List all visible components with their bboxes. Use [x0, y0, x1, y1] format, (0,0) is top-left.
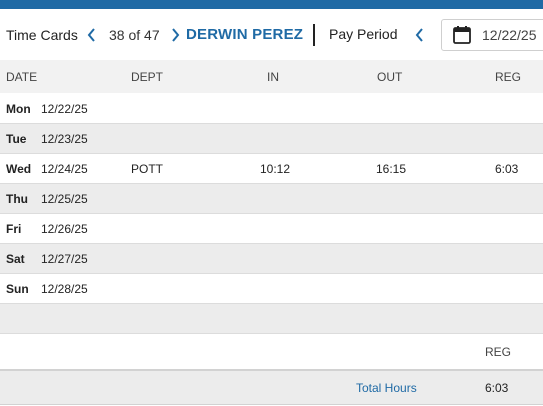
header-divider: [313, 24, 315, 46]
row-date: 12/23/25: [41, 132, 88, 146]
column-in[interactable]: IN: [267, 70, 279, 84]
spacer-row: [0, 304, 543, 334]
pay-period-label: Pay Period: [329, 26, 398, 42]
row-day: Fri: [6, 222, 22, 236]
pay-period-date-picker[interactable]: 12/22/25: [441, 19, 543, 51]
next-employee-button[interactable]: [167, 24, 183, 46]
grid-column-header: DATE DEPT IN OUT REG: [0, 60, 543, 93]
row-reg: 6:03: [495, 162, 519, 176]
chevron-left-icon: [87, 28, 95, 42]
total-hours-value: 6:03: [485, 381, 509, 395]
employee-counter: 38 of 47: [109, 27, 160, 43]
column-date[interactable]: DATE: [6, 70, 37, 84]
table-row[interactable]: Tue 12/23/25: [0, 124, 543, 154]
row-day: Wed: [6, 162, 32, 176]
row-date: 12/25/25: [41, 192, 88, 206]
table-row[interactable]: Fri 12/26/25: [0, 214, 543, 244]
calendar-icon: [453, 26, 471, 44]
total-hours-row: Total Hours 6:03: [0, 369, 543, 405]
column-reg[interactable]: REG: [495, 70, 521, 84]
table-row[interactable]: Thu 12/25/25: [0, 184, 543, 214]
employee-name[interactable]: DERWIN PEREZ: [186, 26, 303, 43]
row-day: Thu: [6, 192, 28, 206]
row-day: Sun: [6, 282, 29, 296]
prev-employee-button[interactable]: [84, 24, 100, 46]
timecard-header: Time Cards 38 of 47 DERWIN PEREZ Pay Per…: [0, 9, 543, 60]
prev-period-button[interactable]: [412, 24, 428, 46]
row-date: 12/24/25: [41, 162, 88, 176]
row-in: 10:12: [260, 162, 291, 176]
row-date: 12/27/25: [41, 252, 88, 266]
table-row[interactable]: Mon 12/22/25: [0, 94, 543, 124]
row-date: 12/28/25: [41, 282, 88, 296]
page-title: Time Cards: [6, 27, 78, 43]
row-date: 12/26/25: [41, 222, 88, 236]
table-row[interactable]: Wed 12/24/25 POTT 10:12 16:15 6:03: [0, 154, 543, 184]
row-day: Tue: [6, 132, 27, 146]
table-row[interactable]: Sun 12/28/25: [0, 274, 543, 304]
row-dept: POTT: [131, 162, 163, 176]
top-accent-bar: [0, 0, 543, 9]
summary-reg-header: REG: [485, 345, 512, 359]
table-row[interactable]: Sat 12/27/25: [0, 244, 543, 274]
total-hours-label: Total Hours: [356, 381, 417, 395]
column-out[interactable]: OUT: [377, 70, 402, 84]
chevron-left-icon: [415, 28, 423, 42]
pay-period-date: 12/22/25: [482, 27, 537, 43]
summary-header: REG: [0, 334, 543, 368]
row-out: 16:15: [376, 162, 407, 176]
chevron-right-icon: [172, 28, 180, 42]
row-day: Sat: [6, 252, 25, 266]
row-day: Mon: [6, 102, 31, 116]
row-date: 12/22/25: [41, 102, 88, 116]
column-dept[interactable]: DEPT: [131, 70, 163, 84]
